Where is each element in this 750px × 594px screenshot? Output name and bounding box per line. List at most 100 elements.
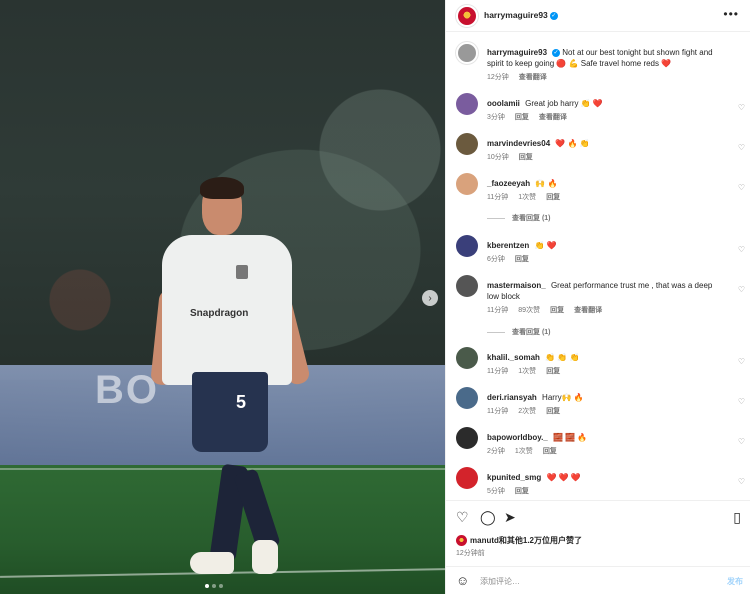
player-hair	[200, 177, 244, 199]
comment-time: 11分钟	[487, 368, 509, 375]
like-comment-heart-icon[interactable]: ♡	[738, 397, 745, 406]
comment-like-count: 1次赞	[514, 448, 533, 455]
comment-time: 11分钟	[487, 194, 509, 201]
comment-like-count: 89次赞	[518, 307, 541, 314]
commenter-avatar[interactable]	[456, 133, 478, 155]
commenter-avatar[interactable]	[456, 173, 478, 195]
reply-link[interactable]: 回复	[515, 488, 529, 495]
comment-composer: ☺ 发布	[446, 566, 750, 594]
reply-link[interactable]: 回复	[546, 408, 560, 415]
chevron-right-icon: ›	[428, 292, 432, 304]
verified-badge-icon: ✓	[549, 11, 558, 20]
bookmark-icon[interactable]: ▯	[733, 509, 741, 526]
reply-link[interactable]: 回复	[515, 114, 529, 121]
reply-link[interactable]: 回复	[519, 154, 533, 161]
comment-time: 6分钟	[487, 256, 505, 263]
comment-username[interactable]: ooolamii	[487, 99, 520, 108]
author-avatar[interactable]	[456, 42, 478, 64]
comment-time: 11分钟	[487, 408, 509, 415]
commenter-avatar[interactable]	[456, 427, 478, 449]
comment-like-count: 2次赞	[518, 408, 537, 415]
like-comment-heart-icon[interactable]: ♡	[738, 183, 745, 192]
comment-icon[interactable]: ◯	[480, 509, 496, 526]
comment-username[interactable]: kpunited_smg	[487, 473, 541, 482]
view-replies-link[interactable]: 查看回复 (1)	[487, 213, 551, 223]
comment-input[interactable]	[480, 573, 700, 589]
reply-link[interactable]: 回复	[550, 307, 564, 314]
author-avatar[interactable]	[456, 5, 478, 27]
comment-username[interactable]: kberentzen	[487, 241, 529, 250]
next-image-button[interactable]: ›	[422, 290, 438, 306]
caption-username[interactable]: harrymaguire93	[487, 48, 547, 57]
carousel-dot	[212, 584, 216, 588]
post-header: harrymaguire93 ✓ •••	[446, 0, 750, 32]
comment-time: 5分钟	[487, 488, 505, 495]
post-comment-button[interactable]: 发布	[727, 576, 743, 587]
commenter-avatar[interactable]	[456, 93, 478, 115]
like-comment-heart-icon[interactable]: ♡	[738, 357, 745, 366]
player-shorts	[192, 372, 268, 452]
reply-link[interactable]: 回复	[515, 256, 529, 263]
translate-link[interactable]: 查看翻译	[539, 114, 567, 121]
comment-text: 🙌 🔥	[535, 179, 558, 188]
more-options-icon[interactable]: •••	[723, 7, 739, 21]
post-photo: BO Snapdragon 5 ›	[0, 0, 445, 594]
translate-link[interactable]: 查看翻译	[574, 307, 602, 314]
player-figure: Snapdragon 5	[150, 177, 330, 580]
comment-time: 2分钟	[487, 448, 505, 455]
comments-list[interactable]: harrymaguire93 ✓ Not at our best tonight …	[446, 35, 750, 498]
comment-text: ❤️ 🔥 👏	[555, 139, 590, 148]
likes-count[interactable]: manutd和其他1.2万位用户赞了	[470, 536, 582, 545]
comment-time: 10分钟	[487, 154, 509, 161]
comment-username[interactable]: marvindevries04	[487, 139, 550, 148]
like-heart-icon[interactable]: ♡	[456, 509, 469, 526]
like-comment-heart-icon[interactable]: ♡	[738, 477, 745, 486]
commenter-avatar[interactable]	[456, 235, 478, 257]
post-side-panel: harrymaguire93 ✓ ••• harrymaguire93 ✓ Not …	[445, 0, 750, 594]
like-comment-heart-icon[interactable]: ♡	[738, 143, 745, 152]
comment-text: ❤️ ❤️ ❤️	[546, 473, 581, 482]
player-boot	[252, 540, 278, 574]
divider	[487, 217, 505, 219]
view-replies-link[interactable]: 查看回复 (1)	[487, 327, 551, 337]
reply-link[interactable]: 回复	[543, 448, 557, 455]
like-comment-heart-icon[interactable]: ♡	[738, 285, 745, 294]
comment-text: 👏 ❤️	[534, 241, 557, 250]
reply-link[interactable]: 回复	[546, 368, 560, 375]
club-crest	[236, 265, 248, 279]
verified-badge-icon: ✓	[552, 48, 561, 57]
like-comment-heart-icon[interactable]: ♡	[738, 245, 745, 254]
comment-text: 🧱 🧱 🔥	[552, 433, 588, 442]
like-comment-heart-icon[interactable]: ♡	[738, 437, 745, 446]
comment-username[interactable]: _faozeeyah	[487, 179, 530, 188]
translate-link[interactable]: 查看翻译	[519, 74, 547, 81]
liker-avatar	[456, 535, 467, 547]
like-comment-heart-icon[interactable]: ♡	[738, 103, 745, 112]
comment-username[interactable]: bapoworldboy._	[487, 433, 548, 442]
emoji-icon[interactable]: ☺	[456, 573, 469, 588]
caption-time: 12分钟	[487, 74, 509, 81]
carousel-dot	[219, 584, 223, 588]
comment-like-count: 1次赞	[518, 194, 537, 201]
comment-username[interactable]: deri.riansyah	[487, 393, 537, 402]
reply-link[interactable]: 回复	[546, 194, 560, 201]
author-username[interactable]: harrymaguire93	[484, 10, 548, 20]
comment-text: Great job harry 👏 ❤️	[525, 99, 603, 108]
share-icon[interactable]: ➤	[504, 509, 516, 526]
divider	[487, 331, 505, 333]
commenter-avatar[interactable]	[456, 467, 478, 489]
commenter-avatar[interactable]	[456, 275, 478, 297]
shirt-number: 5	[236, 392, 247, 412]
comment-time: 3分钟	[487, 114, 505, 121]
comment-username[interactable]: mastermaison_	[487, 281, 546, 290]
carousel-dots	[205, 584, 223, 588]
commenter-avatar[interactable]	[456, 387, 478, 409]
commenter-avatar[interactable]	[456, 347, 478, 369]
post-action-bar: ♡ ◯ ➤ ▯	[446, 500, 750, 536]
comment-like-count: 1次赞	[518, 368, 537, 375]
comment-time: 11分钟	[487, 307, 509, 314]
comment-text: Harry🙌 🔥	[542, 393, 584, 402]
comment-text: 👏 👏 👏	[545, 353, 580, 362]
carousel-dot-active	[205, 584, 209, 588]
comment-username[interactable]: khalil._somah	[487, 353, 540, 362]
